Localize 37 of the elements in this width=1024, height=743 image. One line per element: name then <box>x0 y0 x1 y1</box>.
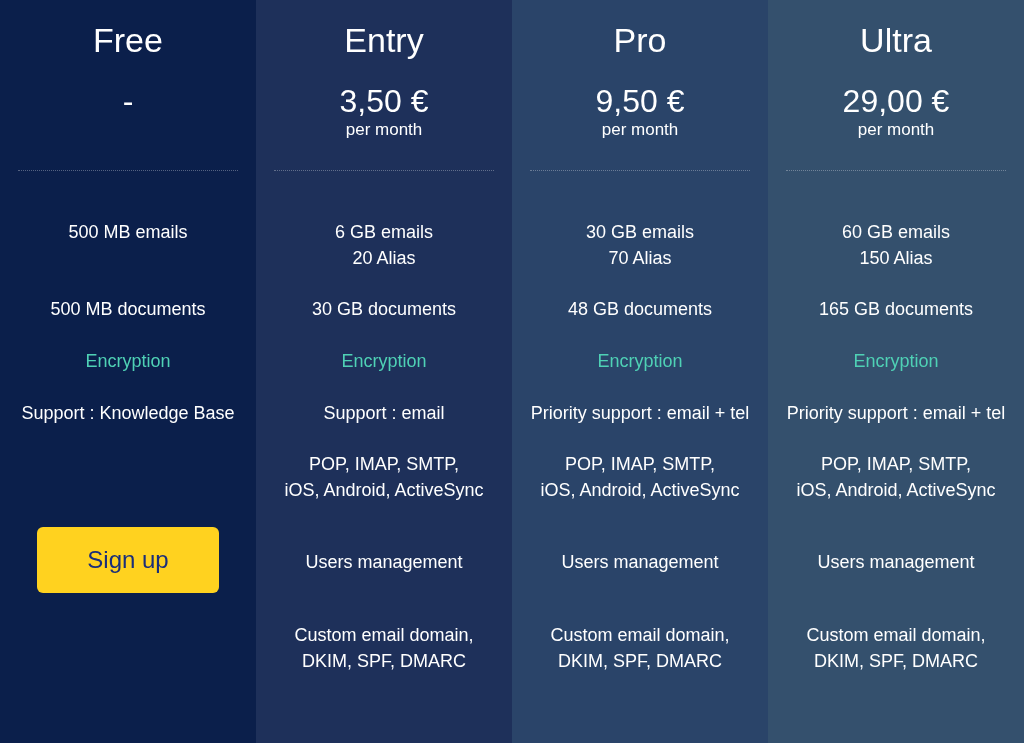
feature-text: 6 GB emails 20 Alias <box>334 221 433 270</box>
feature-text: Users management <box>305 551 463 574</box>
feature-text: Encryption <box>85 350 171 373</box>
billing-period: per month <box>857 120 935 140</box>
sign-up-button[interactable]: Sign up <box>37 527 219 593</box>
billing-period: per month <box>601 120 679 140</box>
feature-text: 500 MB emails <box>68 221 188 244</box>
plan-price: 29,00 € <box>842 82 950 120</box>
feature-text: Custom email domain, DKIM, SPF, DMARC <box>294 624 474 673</box>
feature-text: Priority support : email + tel <box>530 402 750 425</box>
feature-text: 165 GB documents <box>818 298 974 321</box>
plan-price: 9,50 € <box>595 82 685 120</box>
feature-text: POP, IMAP, SMTP, iOS, Android, ActiveSync <box>796 453 996 502</box>
plan-name: Ultra <box>860 20 932 60</box>
plan-price: 3,50 € <box>339 82 429 120</box>
feature-text: Encryption <box>341 350 427 373</box>
billing-period: per month <box>345 120 423 140</box>
feature-text: 500 MB documents <box>50 298 206 321</box>
feature-text: Encryption <box>597 350 683 373</box>
feature-text: 48 GB documents <box>567 298 713 321</box>
feature-text: Users management <box>561 551 719 574</box>
feature-text: Custom email domain, DKIM, SPF, DMARC <box>806 624 986 673</box>
feature-text: Priority support : email + tel <box>786 402 1006 425</box>
plan-name: Pro <box>613 20 667 60</box>
feature-text: Encryption <box>853 350 939 373</box>
feature-text: 30 GB documents <box>311 298 457 321</box>
feature-text: POP, IMAP, SMTP, iOS, Android, ActiveSync <box>540 453 740 502</box>
feature-text: 30 GB emails 70 Alias <box>585 221 694 270</box>
feature-text: Support : Knowledge Base <box>21 402 235 425</box>
feature-text: Users management <box>817 551 975 574</box>
feature-text: Custom email domain, DKIM, SPF, DMARC <box>550 624 730 673</box>
feature-text: POP, IMAP, SMTP, iOS, Android, ActiveSync <box>284 453 484 502</box>
plan-name: Entry <box>344 20 424 60</box>
plan-name: Free <box>93 20 163 60</box>
feature-text: 60 GB emails 150 Alias <box>841 221 950 270</box>
feature-text: Support : email <box>323 402 445 425</box>
plan-price: - <box>122 82 134 120</box>
